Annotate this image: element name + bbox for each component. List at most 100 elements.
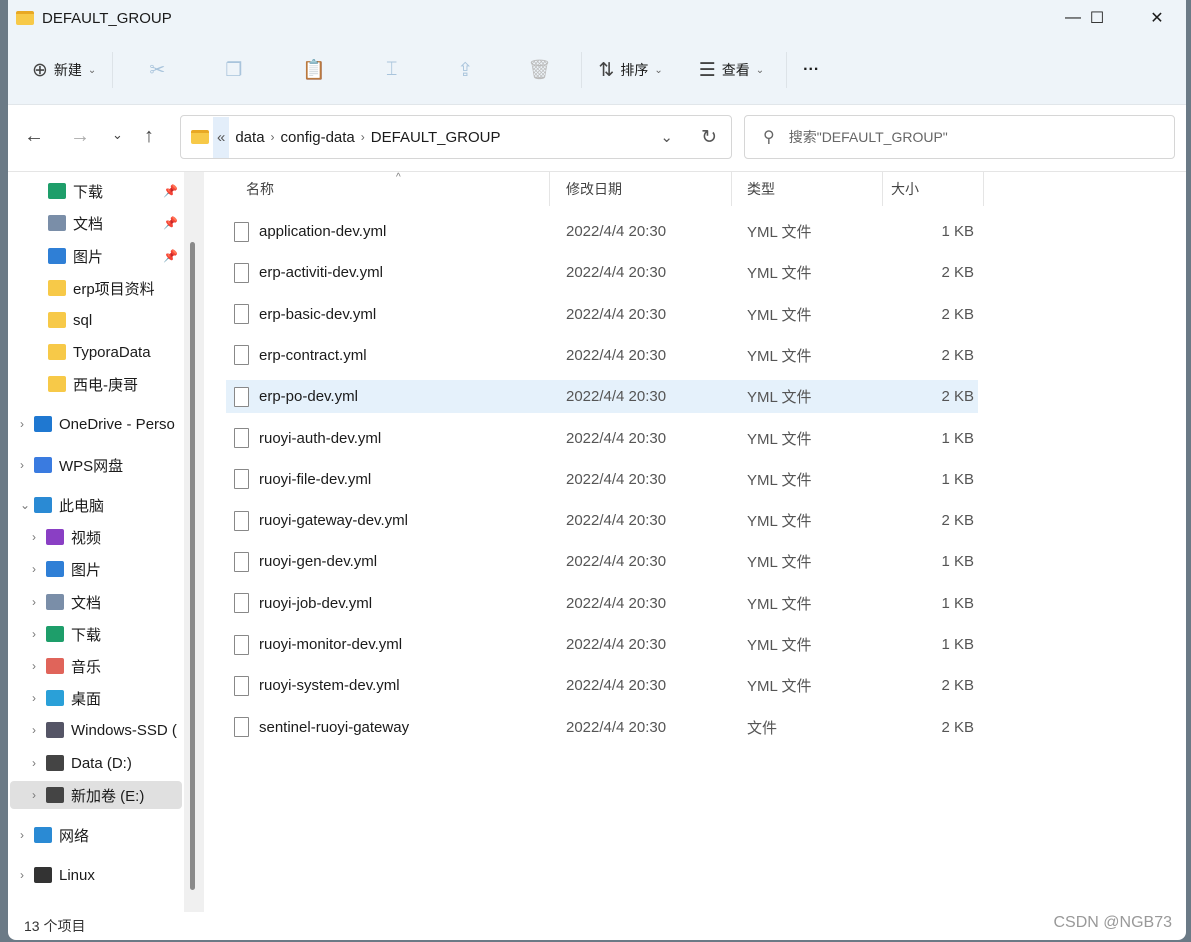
folder-icon (48, 344, 66, 360)
file-date: 2022/4/4 20:30 (566, 305, 667, 323)
file-icon (234, 675, 249, 696)
file-row[interactable]: ruoyi-auth-dev.yml 2022/4/4 20:30 YML 文件 1 … (226, 422, 978, 455)
address-bar[interactable]: « data › config-data › DEFAULT_GROUP ⌄ ↻ (180, 115, 732, 159)
sidebar-item[interactable]: › Data (D:) (10, 749, 182, 777)
copy-button[interactable]: ❐ (195, 50, 272, 90)
sidebar-item[interactable]: › 网络 (10, 821, 182, 849)
sidebar-item[interactable]: › Linux (10, 861, 182, 889)
file-icon (234, 634, 249, 655)
refresh-button[interactable]: ↻ (701, 126, 717, 149)
file-icon (234, 262, 249, 283)
sidebar-item[interactable]: › 下载 (10, 620, 182, 648)
paste-button[interactable]: 📋 (272, 50, 356, 90)
column-header-name[interactable]: 名称 (204, 172, 550, 206)
chevron-right-icon[interactable]: › (20, 828, 34, 842)
recent-locations-button[interactable]: ⌄ (112, 127, 123, 143)
chevron-right-icon[interactable]: › (32, 627, 46, 641)
drive-icon (46, 787, 64, 803)
chevron-right-icon[interactable]: › (20, 417, 34, 431)
close-button[interactable]: ✕ (1132, 0, 1182, 36)
chevron-down-icon: ⌄ (755, 64, 765, 76)
sidebar-item[interactable]: ⌄ 此电脑 (10, 491, 182, 519)
chevron-right-icon[interactable]: › (32, 756, 46, 770)
cut-button[interactable]: ✂ (119, 50, 195, 90)
file-row[interactable]: erp-po-dev.yml 2022/4/4 20:30 YML 文件 2 KB (226, 380, 978, 414)
file-row[interactable]: ruoyi-file-dev.yml 2022/4/4 20:30 YML 文件 1 … (226, 463, 978, 496)
chevron-right-icon[interactable]: › (20, 458, 34, 472)
chevron-right-icon[interactable]: › (32, 788, 46, 802)
file-row[interactable]: erp-contract.yml 2022/4/4 20:30 YML 文件 2 KB (226, 339, 978, 372)
chevron-right-icon[interactable]: › (32, 659, 46, 673)
sidebar-item[interactable]: › WPS网盘 (10, 451, 182, 479)
forward-button[interactable]: → (70, 125, 90, 148)
new-button[interactable]: ⊕ 新建 ⌄ (22, 50, 106, 90)
download-icon (46, 626, 64, 642)
sidebar-item[interactable]: › 新加卷 (E:) (10, 781, 182, 809)
file-size: 1 KB (941, 636, 974, 653)
chevron-right-icon[interactable]: › (32, 723, 46, 737)
file-row[interactable]: ruoyi-gateway-dev.yml 2022/4/4 20:30 YML 文… (226, 504, 978, 537)
more-button[interactable]: ··· (793, 50, 829, 90)
chevron-down-icon[interactable]: ⌄ (20, 498, 34, 512)
file-date: 2022/4/4 20:30 (566, 223, 667, 240)
sidebar-item[interactable]: › 视频 (10, 523, 182, 551)
chevron-right-icon[interactable]: › (32, 530, 46, 544)
sidebar-item[interactable]: TyporaData (10, 338, 182, 366)
sidebar-item-label: 图片 (71, 561, 102, 579)
chevron-right-icon[interactable]: › (32, 562, 46, 576)
sidebar-item[interactable]: 图片 📌 (10, 242, 182, 270)
file-row[interactable]: ruoyi-monitor-dev.yml 2022/4/4 20:30 YML 文… (226, 628, 978, 661)
address-dropdown-button[interactable]: ⌄ (660, 128, 673, 146)
file-icon (234, 469, 249, 490)
file-date: 2022/4/4 20:30 (566, 553, 667, 571)
maximize-button[interactable]: ☐ (1072, 0, 1122, 36)
chevron-right-icon[interactable]: › (20, 868, 34, 882)
sidebar-scrollbar[interactable] (184, 172, 204, 912)
sidebar-item[interactable]: 西电-庚哥 (10, 370, 182, 398)
sidebar-item[interactable]: › 桌面 (10, 684, 182, 712)
file-row[interactable]: ruoyi-job-dev.yml 2022/4/4 20:30 YML 文件 1 K… (226, 587, 978, 620)
sidebar-item[interactable]: erp项目资料 (10, 274, 182, 302)
sort-button[interactable]: ⇅ 排序 ⌄ (588, 50, 672, 90)
chevron-right-icon[interactable]: › (32, 691, 46, 705)
back-button[interactable]: ← (24, 125, 44, 148)
sidebar-item[interactable]: › Windows-SSD ( (10, 716, 182, 744)
file-row[interactable]: application-dev.yml 2022/4/4 20:30 YML 文件 1… (226, 215, 978, 248)
file-row[interactable]: ruoyi-gen-dev.yml 2022/4/4 20:30 YML 文件 1 K… (226, 545, 978, 578)
overflow-crumb-button[interactable]: « (213, 116, 230, 158)
column-header-type[interactable]: 类型 (732, 172, 883, 206)
sidebar-item-label: 视频 (71, 529, 102, 547)
file-row[interactable]: erp-activiti-dev.yml 2022/4/4 20:30 YML 文件… (226, 256, 978, 289)
explorer-window: DEFAULT_GROUP — ☐ ✕ ⊕ 新建 ⌄ ✂ ❐ 📋 ⌶ ⇪ 🗑 ⇅… (8, 0, 1186, 940)
sidebar-item[interactable]: › OneDrive - Perso (10, 410, 182, 438)
breadcrumb-data[interactable]: data (235, 129, 264, 146)
sidebar-item[interactable]: 文档 📌 (10, 209, 182, 237)
file-icon (234, 510, 249, 531)
search-box[interactable]: ⚲ 搜索"DEFAULT_GROUP" (744, 115, 1175, 159)
file-row[interactable]: ruoyi-system-dev.yml 2022/4/4 20:30 YML 文件… (226, 669, 978, 702)
file-name: ruoyi-auth-dev.yml (259, 429, 382, 447)
file-date: 2022/4/4 20:30 (566, 677, 667, 695)
breadcrumb-default-group[interactable]: DEFAULT_GROUP (371, 129, 501, 146)
sidebar-item[interactable]: › 音乐 (10, 652, 182, 680)
view-button[interactable]: ☰ 查看 ⌄ (689, 50, 774, 90)
file-row[interactable]: sentinel-ruoyi-gateway 2022/4/4 20:30 文件 2 … (226, 711, 978, 744)
sidebar-item[interactable]: › 图片 (10, 555, 182, 583)
search-input[interactable]: 搜索"DEFAULT_GROUP" (789, 127, 948, 147)
column-header-date[interactable]: 修改日期 (550, 172, 732, 206)
share-button[interactable]: ⇪ (427, 50, 503, 90)
sidebar-item[interactable]: sql (10, 306, 182, 334)
sidebar-item[interactable]: 下载 📌 (10, 177, 182, 205)
up-button[interactable]: ↑ (144, 125, 154, 148)
sidebar-item-label: erp项目资料 (73, 280, 155, 298)
file-name: erp-basic-dev.yml (259, 305, 377, 323)
chevron-right-icon[interactable]: › (32, 595, 46, 609)
sidebar-item[interactable]: › 文档 (10, 588, 182, 616)
rename-button[interactable]: ⌶ (356, 50, 427, 90)
file-row[interactable]: erp-basic-dev.yml 2022/4/4 20:30 YML 文件 2 K… (226, 298, 978, 331)
breadcrumb-config-data[interactable]: config-data (281, 129, 355, 146)
delete-button[interactable]: 🗑 (503, 50, 575, 90)
file-type: YML 文件 (747, 595, 812, 613)
file-name: sentinel-ruoyi-gateway (259, 718, 410, 736)
column-header-size[interactable]: 大小 (883, 172, 984, 206)
